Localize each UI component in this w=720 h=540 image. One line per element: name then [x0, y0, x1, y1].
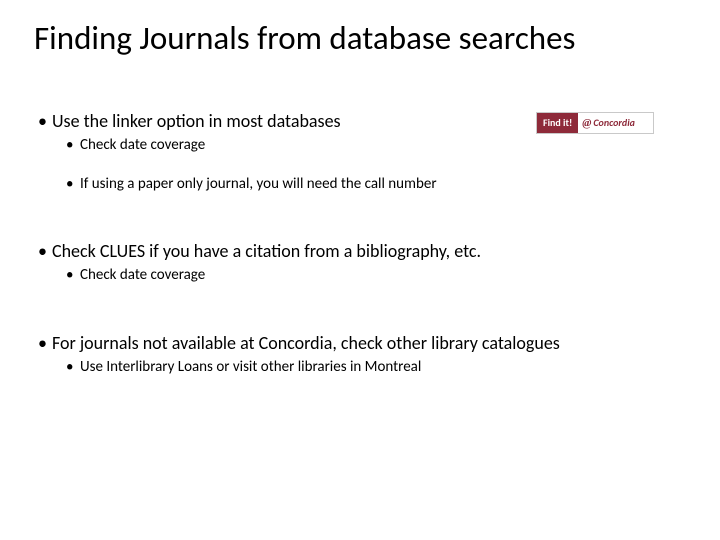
- bullet-other-libraries: For journals not available at Concordia,…: [38, 332, 690, 355]
- bullet-linker: Use the linker option in most databases: [38, 110, 690, 133]
- bullet-linker-callnumber: If using a paper only journal, you will …: [66, 174, 690, 194]
- slide-title: Finding Journals from database searches: [34, 18, 700, 58]
- content-area: Use the linker option in most databases …: [38, 110, 690, 379]
- bullet-clues-date: Check date coverage: [66, 265, 690, 285]
- bullet-ill: Use Interlibrary Loans or visit other li…: [66, 357, 690, 377]
- bullet-clues: Check CLUES if you have a citation from …: [38, 240, 690, 263]
- spacer: [38, 288, 690, 332]
- spacer: [38, 158, 690, 172]
- spacer: [38, 196, 690, 240]
- bullet-linker-date: Check date coverage: [66, 135, 690, 155]
- slide: Finding Journals from database searches …: [0, 0, 720, 540]
